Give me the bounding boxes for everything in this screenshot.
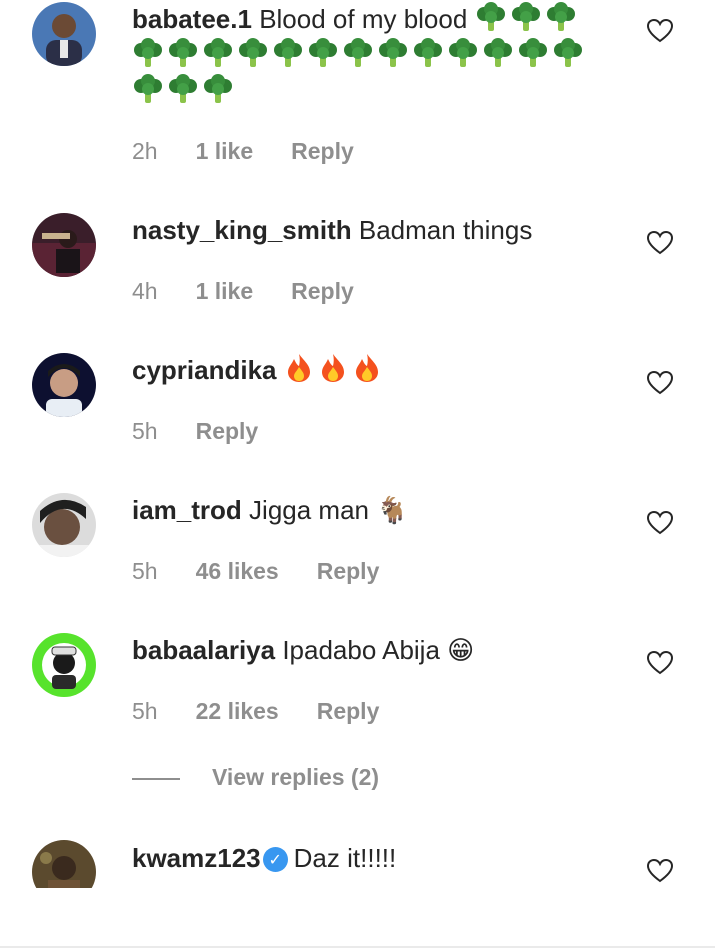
reply-button[interactable]: Reply	[317, 698, 380, 724]
grinning-emoji: 😁	[447, 636, 475, 666]
comment-text: iam_trod Jigga man 🐐	[132, 493, 612, 529]
comment-meta: 4h 1 like Reply	[132, 278, 392, 305]
verified-badge-icon: ✓	[262, 847, 288, 872]
avatar[interactable]	[32, 2, 96, 66]
reply-button[interactable]: Reply	[291, 278, 354, 304]
broccoli-emoji	[134, 38, 162, 67]
broccoli-emoji	[554, 38, 582, 67]
broccoli-emoji	[204, 74, 232, 103]
broccoli-emoji	[169, 74, 197, 103]
timestamp: 2h	[132, 138, 158, 164]
username-link[interactable]: cypriandika	[132, 355, 277, 385]
broccoli-emoji	[169, 38, 197, 67]
comment-body: Daz it!!!!!	[293, 843, 397, 873]
broccoli-emoji	[344, 38, 372, 67]
view-replies-label: View replies (2)	[212, 764, 380, 790]
broccoli-emoji	[134, 74, 162, 103]
likes-count[interactable]: 46 likes	[196, 558, 279, 584]
comment-body: Badman things	[358, 215, 533, 245]
broccoli-emoji	[204, 38, 232, 67]
reply-button[interactable]: Reply	[291, 138, 354, 164]
comment-body: Ipadabo Abija	[282, 635, 440, 665]
username-link[interactable]: kwamz123	[132, 843, 261, 873]
broccoli-emoji	[379, 38, 407, 67]
broccoli-emoji	[546, 2, 575, 31]
comment-body: Jigga man	[249, 495, 370, 525]
fire-emoji	[287, 354, 310, 382]
fire-emoji	[355, 354, 378, 382]
heart-outline-icon[interactable]	[647, 511, 673, 535]
heart-outline-icon[interactable]	[647, 371, 673, 395]
fire-emoji	[321, 354, 344, 382]
broccoli-emoji	[239, 38, 267, 67]
timestamp: 5h	[132, 418, 158, 444]
list-cutoff	[0, 888, 715, 948]
goat-emoji: 🐐	[376, 496, 409, 526]
avatar[interactable]	[32, 493, 96, 557]
avatar[interactable]	[32, 353, 96, 417]
comment-text: kwamz123 ✓ Daz it!!!!!	[132, 841, 612, 876]
username-link[interactable]: babatee.1	[132, 4, 252, 34]
heart-outline-icon[interactable]	[647, 231, 673, 255]
broccoli-emoji	[511, 2, 540, 31]
fire-emoji-group	[284, 354, 386, 385]
reply-button[interactable]: Reply	[196, 418, 259, 444]
heart-outline-icon[interactable]	[647, 651, 673, 675]
reply-button[interactable]: Reply	[317, 558, 380, 584]
comment-meta: 5h 46 likes Reply	[132, 558, 417, 585]
broccoli-emoji	[414, 38, 442, 67]
comment-meta: 5h Reply	[132, 418, 296, 445]
username-link[interactable]: iam_trod	[132, 495, 242, 525]
comment-text: nasty_king_smith Badman things	[132, 213, 612, 248]
comment-text: cypriandika	[132, 353, 612, 388]
avatar[interactable]	[32, 213, 96, 277]
broccoli-emoji	[274, 38, 302, 67]
heart-outline-icon[interactable]	[647, 859, 673, 883]
comment-text: babatee.1 Blood of my blood	[132, 1, 612, 109]
broccoli-emoji	[449, 38, 477, 67]
username-link[interactable]: nasty_king_smith	[132, 215, 352, 245]
comment-meta: 5h 22 likes Reply	[132, 698, 417, 725]
heart-outline-icon[interactable]	[647, 19, 673, 43]
comment-body: Blood of my blood	[259, 4, 468, 34]
username-link[interactable]: babaalariya	[132, 635, 275, 665]
broccoli-emoji	[309, 38, 337, 67]
likes-count[interactable]: 22 likes	[196, 698, 279, 724]
broccoli-emoji	[476, 2, 505, 31]
broccoli-emoji	[519, 38, 547, 67]
timestamp: 5h	[132, 558, 158, 584]
broccoli-emoji	[484, 38, 512, 67]
likes-count[interactable]: 1 like	[196, 278, 254, 304]
comment-text: babaalariya Ipadabo Abija 😁	[132, 633, 612, 669]
timestamp: 4h	[132, 278, 158, 304]
avatar[interactable]	[32, 633, 96, 697]
replies-divider	[132, 778, 180, 780]
timestamp: 5h	[132, 698, 158, 724]
likes-count[interactable]: 1 like	[196, 138, 254, 164]
comment-meta: 2h 1 like Reply	[132, 138, 392, 165]
